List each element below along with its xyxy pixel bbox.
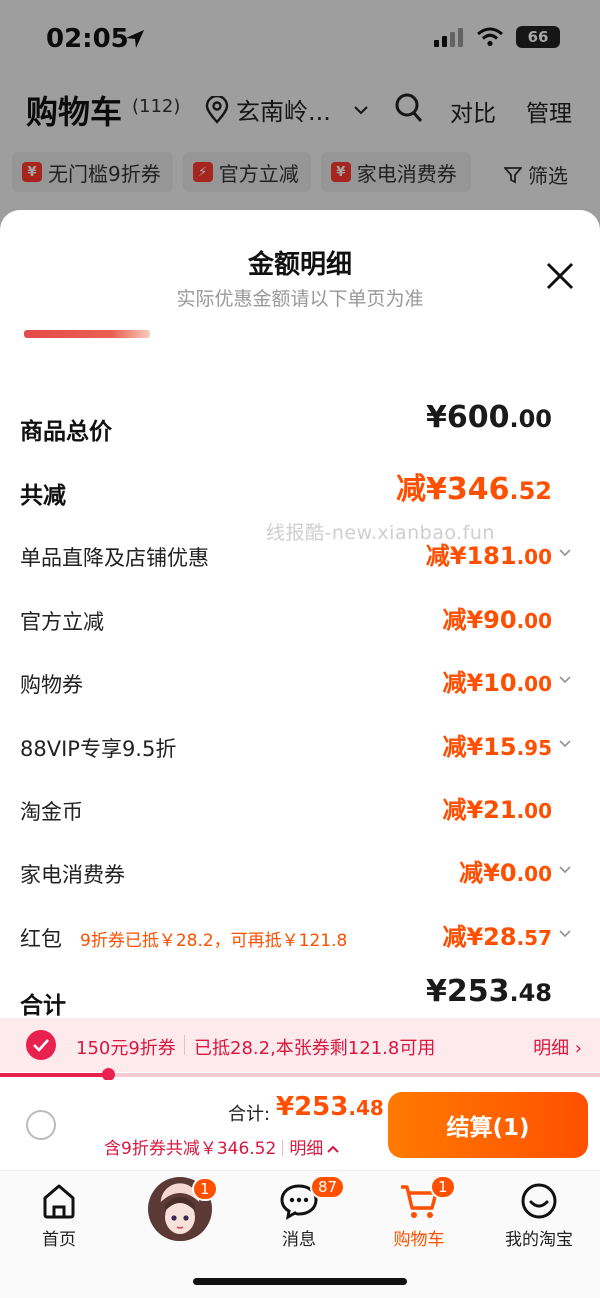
amount-row: 商品总价 ¥600.00 — [20, 400, 580, 446]
total-label: 合计: — [228, 1104, 271, 1125]
amount-value-decimal: .00 — [516, 799, 552, 823]
amount-row-label: 合计 — [20, 993, 66, 1019]
total-amount-main: ¥253 — [276, 1092, 349, 1122]
amount-value-decimal: .00 — [516, 862, 552, 886]
amount-value-main: 减¥0 — [459, 859, 517, 887]
red-packet-note: 9折券已抵￥28.2，可再抵￥121.8 — [80, 931, 348, 951]
amount-row-label: 购物券 — [20, 673, 83, 697]
checkmark-icon[interactable] — [26, 1030, 56, 1060]
amount-value-decimal: .52 — [509, 477, 552, 505]
coupon-description: 已抵28.2,本张券剩121.8可用 — [194, 1038, 436, 1059]
profile-icon — [517, 1179, 561, 1223]
sheet-subtitle: 实际优惠金额请以下单页为准 — [176, 288, 424, 310]
amount-value: ¥600.00 — [426, 400, 552, 435]
amount-value-main: 减¥28 — [442, 923, 517, 951]
amount-value: 减¥10.00 — [442, 663, 552, 698]
amount-value-main: 减¥346 — [395, 472, 510, 507]
checkout-button[interactable]: 结算(1) — [388, 1092, 588, 1158]
chevron-down-icon[interactable] — [558, 929, 572, 939]
chevron-down-icon[interactable] — [558, 739, 572, 749]
amount-row: 合计 ¥253.48 — [20, 974, 580, 1020]
amount-row[interactable]: 购物券 减¥10.00 — [20, 663, 580, 703]
amount-value-main: 减¥15 — [442, 733, 517, 761]
amount-row-label: 共减 — [20, 483, 66, 509]
chevron-down-icon[interactable] — [558, 675, 572, 685]
tab-messages[interactable]: 87 消息 — [244, 1175, 354, 1250]
amount-row-label: 家电消费券 — [20, 863, 125, 887]
chevron-up-icon — [327, 1145, 340, 1153]
divider — [184, 1035, 185, 1055]
amount-value-main: ¥600 — [425, 400, 510, 435]
amount-row-label: 红包 — [20, 927, 62, 951]
amount-row[interactable]: 88VIP专享9.5折 减¥15.95 — [20, 727, 580, 767]
amount-value-main: 减¥10 — [442, 669, 517, 697]
amount-row: 共减 减¥346.52 — [20, 470, 580, 510]
sheet-title: 金额明细 — [247, 250, 352, 280]
amount-value: ¥253.48 — [426, 974, 552, 1009]
amount-value: 减¥346.52 — [396, 464, 552, 508]
amount-value-decimal: .48 — [509, 979, 552, 1007]
detail-toggle-label: 明细 — [289, 1139, 324, 1159]
amount-value-main: ¥253 — [425, 974, 510, 1009]
coupon-progress-fill — [0, 1073, 108, 1077]
tab-label: 首页 — [42, 1230, 76, 1250]
savings-text: 含9折券共减￥346.52 — [104, 1139, 277, 1159]
coupon-name: 150元9折券 — [76, 1038, 176, 1059]
badge: 87 — [310, 1175, 346, 1199]
tab-label: 消息 — [282, 1230, 316, 1250]
modal-overlay[interactable] — [0, 0, 600, 240]
chevron-down-icon[interactable] — [558, 865, 572, 875]
amount-value-decimal: .00 — [516, 545, 552, 569]
amount-value: 减¥0.00 — [459, 853, 552, 888]
tab-home[interactable]: 首页 — [4, 1179, 114, 1250]
savings-summary: 含9折券共减￥346.52 明细 — [104, 1134, 340, 1159]
amount-row[interactable]: 单品直降及店铺优惠 减¥181.00 — [20, 536, 580, 576]
amount-value: 减¥181.00 — [426, 536, 552, 571]
select-all-checkbox[interactable] — [26, 1110, 56, 1140]
amount-value: 减¥21.00 — [442, 790, 552, 825]
amount-row[interactable]: 家电消费券 减¥0.00 — [20, 853, 580, 893]
decorative-stripe — [24, 330, 150, 338]
amount-value: 减¥90.00 — [442, 600, 552, 635]
amount-value: 减¥28.57 — [442, 917, 552, 952]
tab-cart[interactable]: 1 购物车 — [364, 1175, 474, 1250]
home-indicator — [193, 1278, 407, 1285]
amount-value: 减¥15.95 — [442, 727, 552, 762]
amount-value-decimal: .00 — [509, 405, 552, 433]
checkout-bar: 合计: ¥253.48 含9折券共减￥346.52 明细 结算(1) — [0, 1080, 600, 1170]
amount-row[interactable]: 红包 9折券已抵￥28.2，可再抵￥121.8 减¥28.57 — [20, 917, 580, 957]
tab-profile[interactable]: 我的淘宝 — [484, 1179, 594, 1250]
amount-value-main: 减¥90 — [442, 606, 517, 634]
divider — [282, 1140, 284, 1156]
amount-row-label: 88VIP专享9.5折 — [20, 737, 177, 761]
amount-row-label: 官方立减 — [20, 610, 104, 634]
amount-row: 官方立减 减¥90.00 — [20, 600, 580, 640]
badge: 1 — [430, 1175, 456, 1199]
home-icon — [37, 1179, 81, 1223]
detail-toggle[interactable]: 明细 — [289, 1139, 340, 1159]
total-amount-decimal: .48 — [348, 1096, 384, 1120]
amount-value-main: 减¥21 — [442, 796, 517, 824]
amount-value-decimal: .95 — [516, 736, 552, 760]
cart-page-background: 02:05 66 购物车 (112) 玄南岭... 对比 管理 ¥ 无门槛9折券… — [0, 0, 600, 240]
amount-value-decimal: .00 — [516, 609, 552, 633]
amount-value-main: 减¥181 — [425, 542, 517, 570]
amount-value-decimal: .57 — [516, 926, 552, 950]
amount-row-label: 单品直降及店铺优惠 — [20, 546, 209, 570]
tab-label: 我的淘宝 — [505, 1230, 573, 1250]
amount-row-label: 商品总价 — [20, 419, 112, 445]
tab-label: 购物车 — [393, 1230, 445, 1250]
chevron-down-icon[interactable] — [558, 548, 572, 558]
badge: 1 — [192, 1177, 218, 1201]
close-icon[interactable] — [542, 258, 578, 294]
amount-row-label: 淘金币 — [20, 800, 83, 824]
amount-row: 淘金币 减¥21.00 — [20, 790, 580, 830]
coupon-detail-label: 明细 — [533, 1038, 570, 1059]
coupon-bar[interactable]: 150元9折券 已抵28.2,本张券剩121.8可用 明细 › — [0, 1018, 600, 1072]
coupon-detail-link[interactable]: 明细 › — [533, 1034, 582, 1060]
amount-value-decimal: .00 — [516, 672, 552, 696]
total-amount: ¥253.48 — [276, 1092, 384, 1122]
